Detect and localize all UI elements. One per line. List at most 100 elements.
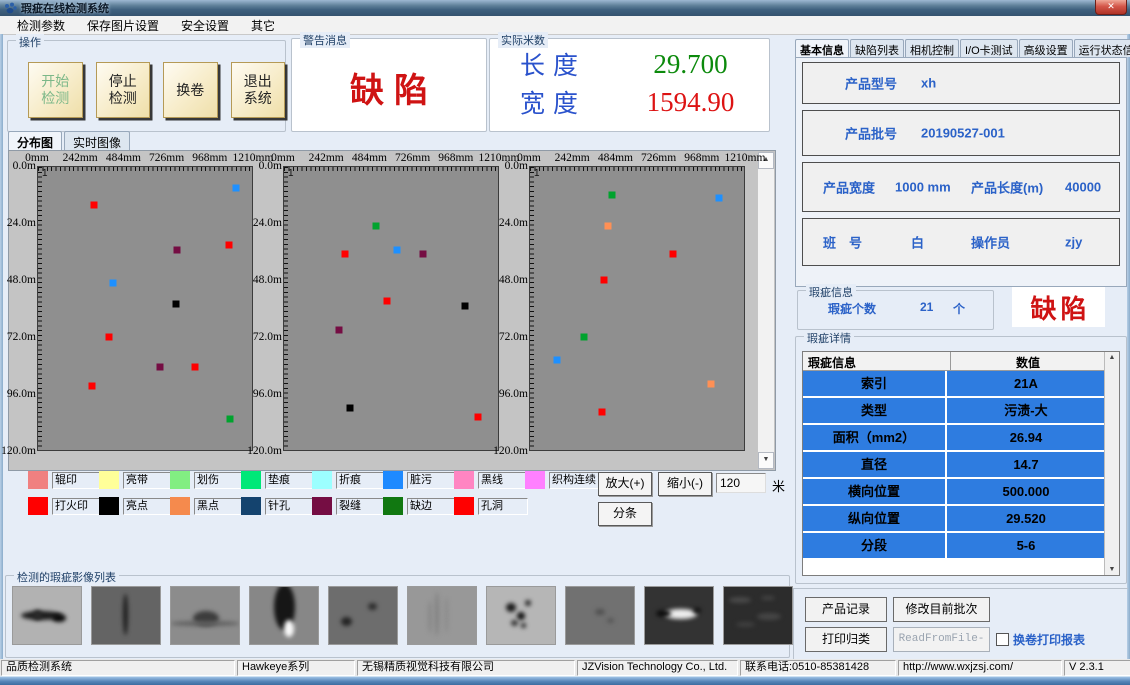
defect-point[interactable] [474, 413, 481, 420]
legend-label: 脏污 [407, 472, 457, 489]
defect-image-thumbnail[interactable] [170, 586, 240, 645]
plot-area[interactable]: 1 [529, 166, 745, 451]
tab-advanced-settings[interactable]: 高级设置 [1019, 39, 1073, 57]
detail-field-name: 纵向位置 [803, 506, 947, 531]
plot-area[interactable]: 1 [37, 166, 253, 451]
tab-io-card-test[interactable]: I/O卡测试 [960, 39, 1018, 57]
defect-point[interactable] [88, 383, 95, 390]
product-records-button[interactable]: 产品记录 [805, 597, 887, 622]
scroll-down-icon[interactable]: ▼ [758, 452, 774, 469]
tab-camera-control[interactable]: 相机控制 [905, 39, 959, 57]
table-scroll-up-icon[interactable]: ▲ [1105, 354, 1119, 361]
defect-point[interactable] [341, 251, 348, 258]
tab-defect-list[interactable]: 缺陷列表 [850, 39, 904, 57]
defect-detail-row[interactable]: 直径14.7 [803, 452, 1105, 477]
defect-point[interactable] [462, 303, 469, 310]
defect-point[interactable] [232, 185, 239, 192]
defect-point[interactable] [553, 357, 560, 364]
defect-point[interactable] [346, 404, 353, 411]
defect-point[interactable] [419, 251, 426, 258]
defect-image-thumbnail[interactable] [565, 586, 635, 645]
defect-point[interactable] [601, 277, 608, 284]
plot-area[interactable]: 1 [283, 166, 499, 451]
legend-color-swatch [28, 497, 48, 515]
defect-point[interactable] [581, 333, 588, 340]
defect-point[interactable] [157, 364, 164, 371]
defect-detail-row[interactable]: 面积（mm2）26.94 [803, 425, 1105, 450]
defect-point[interactable] [90, 201, 97, 208]
defect-image-thumbnail[interactable] [249, 586, 319, 645]
defect-point[interactable] [192, 364, 199, 371]
defect-point[interactable] [384, 298, 391, 305]
defect-point[interactable] [373, 222, 380, 229]
defect-image-thumbnail[interactable] [407, 586, 477, 645]
defect-point[interactable] [707, 380, 714, 387]
defect-detail-row[interactable]: 横向位置500.000 [803, 479, 1105, 504]
menu-item[interactable]: 保存图片设置 [76, 17, 170, 34]
defect-point[interactable] [110, 279, 117, 286]
defect-point[interactable] [226, 416, 233, 423]
tab-distribution-map[interactable]: 分布图 [8, 131, 62, 150]
change-roll-button[interactable]: 换卷 [163, 62, 218, 118]
table-scroll-down-icon[interactable]: ▼ [1105, 566, 1119, 573]
tab-realtime-image[interactable]: 实时图像 [64, 131, 130, 150]
close-button[interactable]: ✕ [1095, 0, 1127, 15]
exit-button[interactable]: 退出系统 [231, 62, 286, 118]
print-classify-button[interactable]: 打印归类 [805, 627, 887, 652]
defect-image-thumbnail[interactable] [91, 586, 161, 645]
defect-point[interactable] [669, 251, 676, 258]
defect-blob [757, 613, 781, 620]
legend-item: 脏污 [383, 470, 454, 490]
start-button[interactable]: 开始检测 [28, 62, 83, 118]
defect-image-thumbnail[interactable] [328, 586, 398, 645]
defect-point[interactable] [599, 409, 606, 416]
table-scrollbar[interactable]: ▲ ▼ [1104, 352, 1119, 575]
menu-item[interactable]: 其它 [240, 17, 286, 34]
legend-label: 针孔 [265, 498, 315, 515]
menu-item[interactable]: 安全设置 [170, 17, 240, 34]
legend-color-swatch [170, 471, 190, 489]
defect-image-thumbnail[interactable] [644, 586, 714, 645]
defect-blob [761, 596, 775, 601]
y-tick-label: 48.0m [253, 274, 282, 286]
x-tick-label: 968mm [192, 152, 227, 164]
defect-detail-row[interactable]: 纵向位置29.520 [803, 506, 1105, 531]
defect-point[interactable] [106, 333, 113, 340]
defect-point[interactable] [393, 246, 400, 253]
basic-info-panel: 产品型号 xh 产品批号 20190527-001 产品宽度 1000 mm 产… [795, 57, 1127, 287]
tab-running-status-info[interactable]: 运行状态信息 [1074, 39, 1130, 57]
legend-label: 织构连续 [549, 472, 599, 489]
defect-point[interactable] [225, 241, 232, 248]
menu-item[interactable]: 检测参数 [6, 17, 76, 34]
defect-point[interactable] [336, 326, 343, 333]
zoom-in-button[interactable]: 放大(+) [598, 472, 652, 496]
tab-basic-info[interactable]: 基本信息 [795, 39, 849, 57]
defect-image-thumbnail[interactable] [486, 586, 556, 645]
defect-image-thumbnail[interactable] [12, 586, 82, 645]
zoom-out-button[interactable]: 缩小(-) [658, 472, 712, 496]
defect-blob [368, 603, 376, 610]
checkbox-icon[interactable] [996, 633, 1009, 646]
window-title: 瑕疵在线检测系统 [21, 0, 109, 16]
y-tick-label: 72.0m [253, 331, 282, 343]
defect-blob [521, 623, 526, 628]
meter-range-input[interactable] [716, 473, 766, 493]
defect-point[interactable] [172, 300, 179, 307]
defect-detail-row[interactable]: 索引21A [803, 371, 1105, 396]
defect-image-thumbnail[interactable] [723, 586, 793, 645]
split-button[interactable]: 分条 [598, 502, 652, 526]
y-axis-ticks [38, 167, 42, 450]
roll-report-checkbox[interactable]: 换卷打印报表 [996, 631, 1085, 648]
defect-point[interactable] [608, 192, 615, 199]
defect-detail-row[interactable]: 类型污渍-大 [803, 398, 1105, 423]
defect-point[interactable] [604, 222, 611, 229]
detail-field-name: 类型 [803, 398, 947, 423]
defect-point[interactable] [716, 194, 723, 201]
defect-detail-row[interactable]: 分段5-6 [803, 533, 1105, 558]
plots-scrollbar[interactable]: ▲ ▼ [757, 152, 774, 469]
legend-item: 黑线 [454, 470, 525, 490]
defect-point[interactable] [173, 246, 180, 253]
modify-batch-button[interactable]: 修改目前批次 [893, 597, 990, 622]
defect-blob [517, 612, 525, 620]
stop-button[interactable]: 停止检测 [96, 62, 151, 118]
